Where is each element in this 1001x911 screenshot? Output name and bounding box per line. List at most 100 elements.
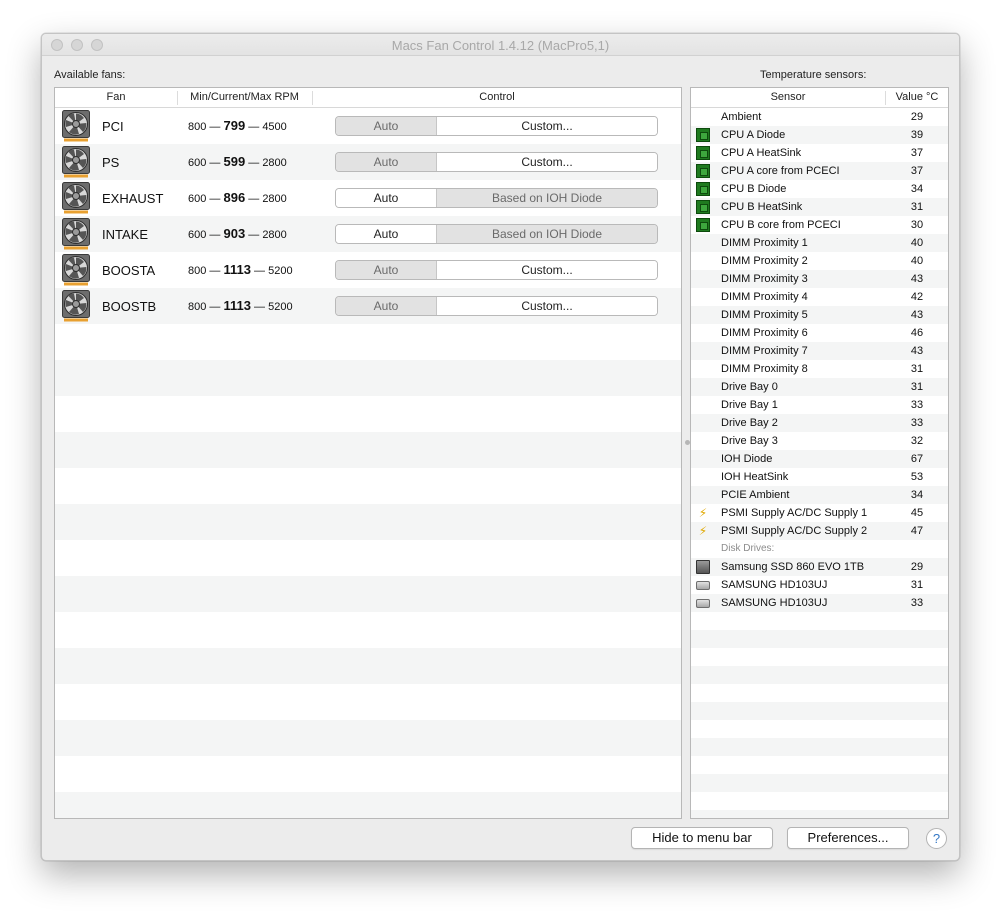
auto-button[interactable]: Auto [336,117,437,135]
fan-max-rpm: 2800 [262,193,287,205]
custom-button[interactable]: Custom... [437,261,657,279]
sensor-name: DIMM Proximity 2 [721,255,808,267]
fan-control-segmented[interactable]: Auto Based on IOH Diode [335,188,658,208]
sensor-row[interactable]: DIMM Proximity 8 31 [691,360,948,378]
sensor-value: 34 [910,183,924,195]
sensor-row[interactable]: Drive Bay 0 31 [691,378,948,396]
empty-row [55,360,681,396]
empty-row [691,756,948,774]
sensor-row[interactable]: CPU A Diode 39 [691,126,948,144]
sensor-row[interactable]: CPU A HeatSink 37 [691,144,948,162]
sensor-value: 30 [910,219,924,231]
sensor-row[interactable]: CPU B core from PCECI 30 [691,216,948,234]
empty-row [691,648,948,666]
sensor-row[interactable]: SAMSUNG HD103UJ 31 [691,576,948,594]
sensor-based-button[interactable]: Based on IOH Diode [437,189,657,207]
control-column-header[interactable]: Control [312,91,681,103]
sensor-list-empty-rows [691,612,948,818]
auto-button[interactable]: Auto [336,189,437,207]
sensor-row[interactable]: IOH HeatSink 53 [691,468,948,486]
sensor-row[interactable]: IOH Diode 67 [691,450,948,468]
sensor-name: Ambient [721,111,762,123]
custom-button[interactable]: Custom... [437,297,657,315]
sensors-table-header: Sensor Value °C [691,88,948,108]
sensor-name: IOH Diode [721,453,773,465]
auto-button[interactable]: Auto [336,261,437,279]
sensor-name: Samsung SSD 860 EVO 1TB [721,561,865,573]
sensor-name: PCIE Ambient [721,489,790,501]
rpm-column-header[interactable]: Min/Current/Max RPM [177,91,312,103]
sensor-row[interactable]: DIMM Proximity 7 43 [691,342,948,360]
sensor-row[interactable]: DIMM Proximity 5 43 [691,306,948,324]
fan-row[interactable]: BOOSTB 800 — 1113 — 5200 Auto Custom... [55,288,681,324]
sensor-row[interactable]: CPU A core from PCECI 37 [691,162,948,180]
empty-row [55,648,681,684]
sensor-based-button[interactable]: Based on IOH Diode [437,225,657,243]
chip-icon [696,146,710,160]
sensor-row[interactable]: DIMM Proximity 2 40 [691,252,948,270]
preferences-button[interactable]: Preferences... [787,827,909,849]
auto-button[interactable]: Auto [336,153,437,171]
fan-row[interactable]: INTAKE 600 — 903 — 2800 Auto Based on IOH D… [55,216,681,252]
rpm-separator: — [209,121,221,133]
sensor-row[interactable]: Samsung SSD 860 EVO 1TB 29 [691,558,948,576]
sensor-value: 40 [910,237,924,249]
sensor-name: SAMSUNG HD103UJ [721,579,828,591]
fan-control-segmented[interactable]: Auto Custom... [335,152,658,172]
sensor-row[interactable]: CPU B Diode 34 [691,180,948,198]
fan-icon [62,110,90,142]
auto-button[interactable]: Auto [336,297,437,315]
sensor-row[interactable]: DIMM Proximity 3 43 [691,270,948,288]
empty-row [55,612,681,648]
sensor-name: PSMI Supply AC/DC Supply 1 [721,507,868,519]
sensor-value: 46 [910,327,924,339]
fan-current-rpm: 799 [223,118,246,133]
sensor-group-header: Disk Drives: [691,540,948,558]
empty-row [691,630,948,648]
hard-drive-icon [696,581,710,590]
fan-control-segmented[interactable]: Auto Custom... [335,260,658,280]
empty-row [55,396,681,432]
sensor-row[interactable]: Drive Bay 1 33 [691,396,948,414]
value-column-header[interactable]: Value °C [885,91,948,103]
fan-row[interactable]: BOOSTA 800 — 1113 — 5200 Auto Custom... [55,252,681,288]
sensor-row[interactable]: Drive Bay 2 33 [691,414,948,432]
empty-row [691,684,948,702]
fan-icon [62,182,90,214]
sensor-row[interactable]: Drive Bay 3 32 [691,432,948,450]
hide-to-menu-bar-button[interactable]: Hide to menu bar [631,827,773,849]
sensor-row[interactable]: SAMSUNG HD103UJ 33 [691,594,948,612]
custom-button[interactable]: Custom... [437,153,657,171]
sensor-value: 31 [910,363,924,375]
sensor-row[interactable]: DIMM Proximity 6 46 [691,324,948,342]
sensors-table: Sensor Value °C Ambient 29 CPU A Diode 39 CP… [690,87,949,819]
sensor-name: CPU A Diode [721,129,786,141]
fan-control-segmented[interactable]: Auto Custom... [335,116,658,136]
sensor-name: DIMM Proximity 3 [721,273,808,285]
sensor-row[interactable]: PCIE Ambient 34 [691,486,948,504]
auto-button[interactable]: Auto [336,225,437,243]
fan-row[interactable]: PS 600 — 599 — 2800 Auto Custom... [55,144,681,180]
fan-control-segmented[interactable]: Auto Based on IOH Diode [335,224,658,244]
sensor-row[interactable]: ⚡ PSMI Supply AC/DC Supply 1 45 [691,504,948,522]
sensor-row[interactable]: ⚡ PSMI Supply AC/DC Supply 2 47 [691,522,948,540]
fan-row[interactable]: EXHAUST 600 — 896 — 2800 Auto Based on IOH … [55,180,681,216]
custom-button[interactable]: Custom... [437,117,657,135]
fan-control-segmented[interactable]: Auto Custom... [335,296,658,316]
sensor-name: DIMM Proximity 1 [721,237,808,249]
empty-row [691,612,948,630]
title-bar[interactable]: Macs Fan Control 1.4.12 (MacPro5,1) [42,34,959,56]
sensor-value: 31 [910,579,924,591]
help-button[interactable]: ? [926,828,947,849]
fan-column-header[interactable]: Fan [55,91,177,103]
sensor-column-header[interactable]: Sensor [691,91,885,103]
sensor-name: DIMM Proximity 8 [721,363,808,375]
empty-row [691,666,948,684]
sensor-row[interactable]: CPU B HeatSink 31 [691,198,948,216]
chip-icon [696,164,710,178]
sensor-row[interactable]: DIMM Proximity 1 40 [691,234,948,252]
sensor-row[interactable]: DIMM Proximity 4 42 [691,288,948,306]
sensor-row[interactable]: Ambient 29 [691,108,948,126]
fans-table-header: Fan Min/Current/Max RPM Control [55,88,681,108]
fan-row[interactable]: PCI 800 — 799 — 4500 Auto Custom... [55,108,681,144]
